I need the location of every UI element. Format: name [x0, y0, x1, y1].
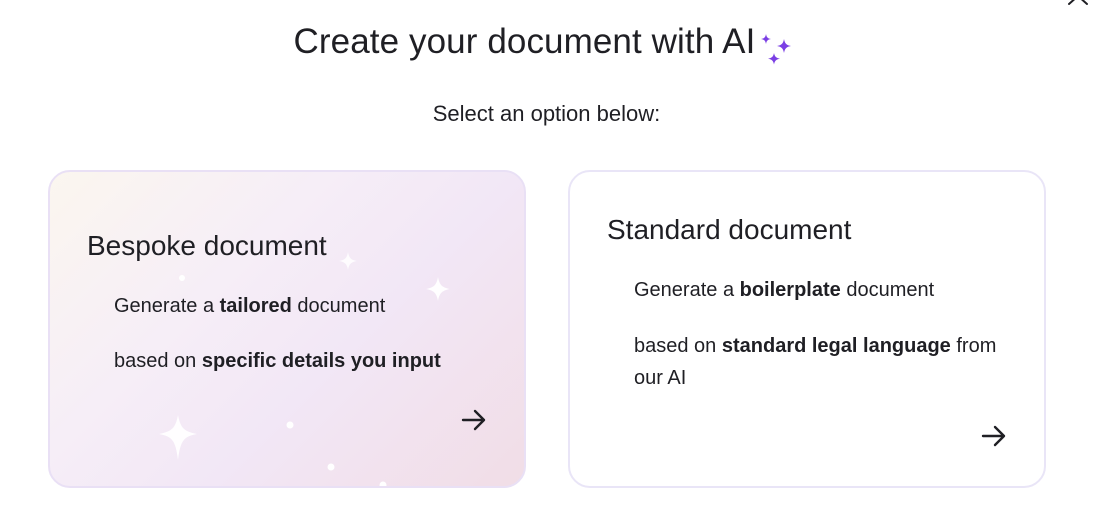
- page-title: Create your document with AI: [293, 22, 756, 61]
- bespoke-document-card[interactable]: Bespoke document Generate a tailored doc…: [48, 170, 526, 488]
- create-document-dialog: Create your document with AI Select an o…: [0, 0, 1093, 524]
- dialog-header: Create your document with AI: [0, 22, 1093, 74]
- standard-line2-bold: standard legal language: [721, 335, 951, 357]
- bespoke-line1-text: Generate a: [114, 295, 220, 317]
- bespoke-card-description-line-1: Generate a tailored document: [114, 290, 504, 322]
- standard-line1-text: Generate a: [634, 279, 740, 301]
- dialog-subtitle: Select an option below:: [432, 101, 661, 126]
- standard-line1-bold: boilerplate: [739, 279, 841, 301]
- bespoke-line2-bold: specific details you input: [201, 350, 441, 372]
- standard-card-description-line-1: Generate a boilerplate document: [634, 274, 1024, 306]
- close-button[interactable]: [1066, 0, 1090, 10]
- arrow-right-icon[interactable]: [459, 405, 489, 435]
- bespoke-line1-bold: tailored: [219, 295, 292, 317]
- standard-card-description-line-2: based on standard legal language from ou…: [634, 330, 1024, 394]
- bespoke-line1-text-end: document: [291, 295, 386, 317]
- standard-document-card[interactable]: Standard document Generate a boilerplate…: [568, 170, 1046, 488]
- arrow-right-icon[interactable]: [979, 421, 1009, 451]
- bespoke-card-description-line-2: based on specific details you input: [114, 345, 504, 377]
- sparkle-icon: [761, 34, 792, 65]
- sparkle-decoration: [159, 252, 450, 486]
- bespoke-line2-text: based on: [114, 350, 202, 372]
- standard-card-title: Standard document: [607, 214, 852, 245]
- bespoke-card-title: Bespoke document: [87, 230, 327, 261]
- standard-line1-text-end: document: [840, 279, 935, 301]
- close-icon[interactable]: [1066, 0, 1090, 10]
- standard-line2-text: based on: [634, 335, 722, 357]
